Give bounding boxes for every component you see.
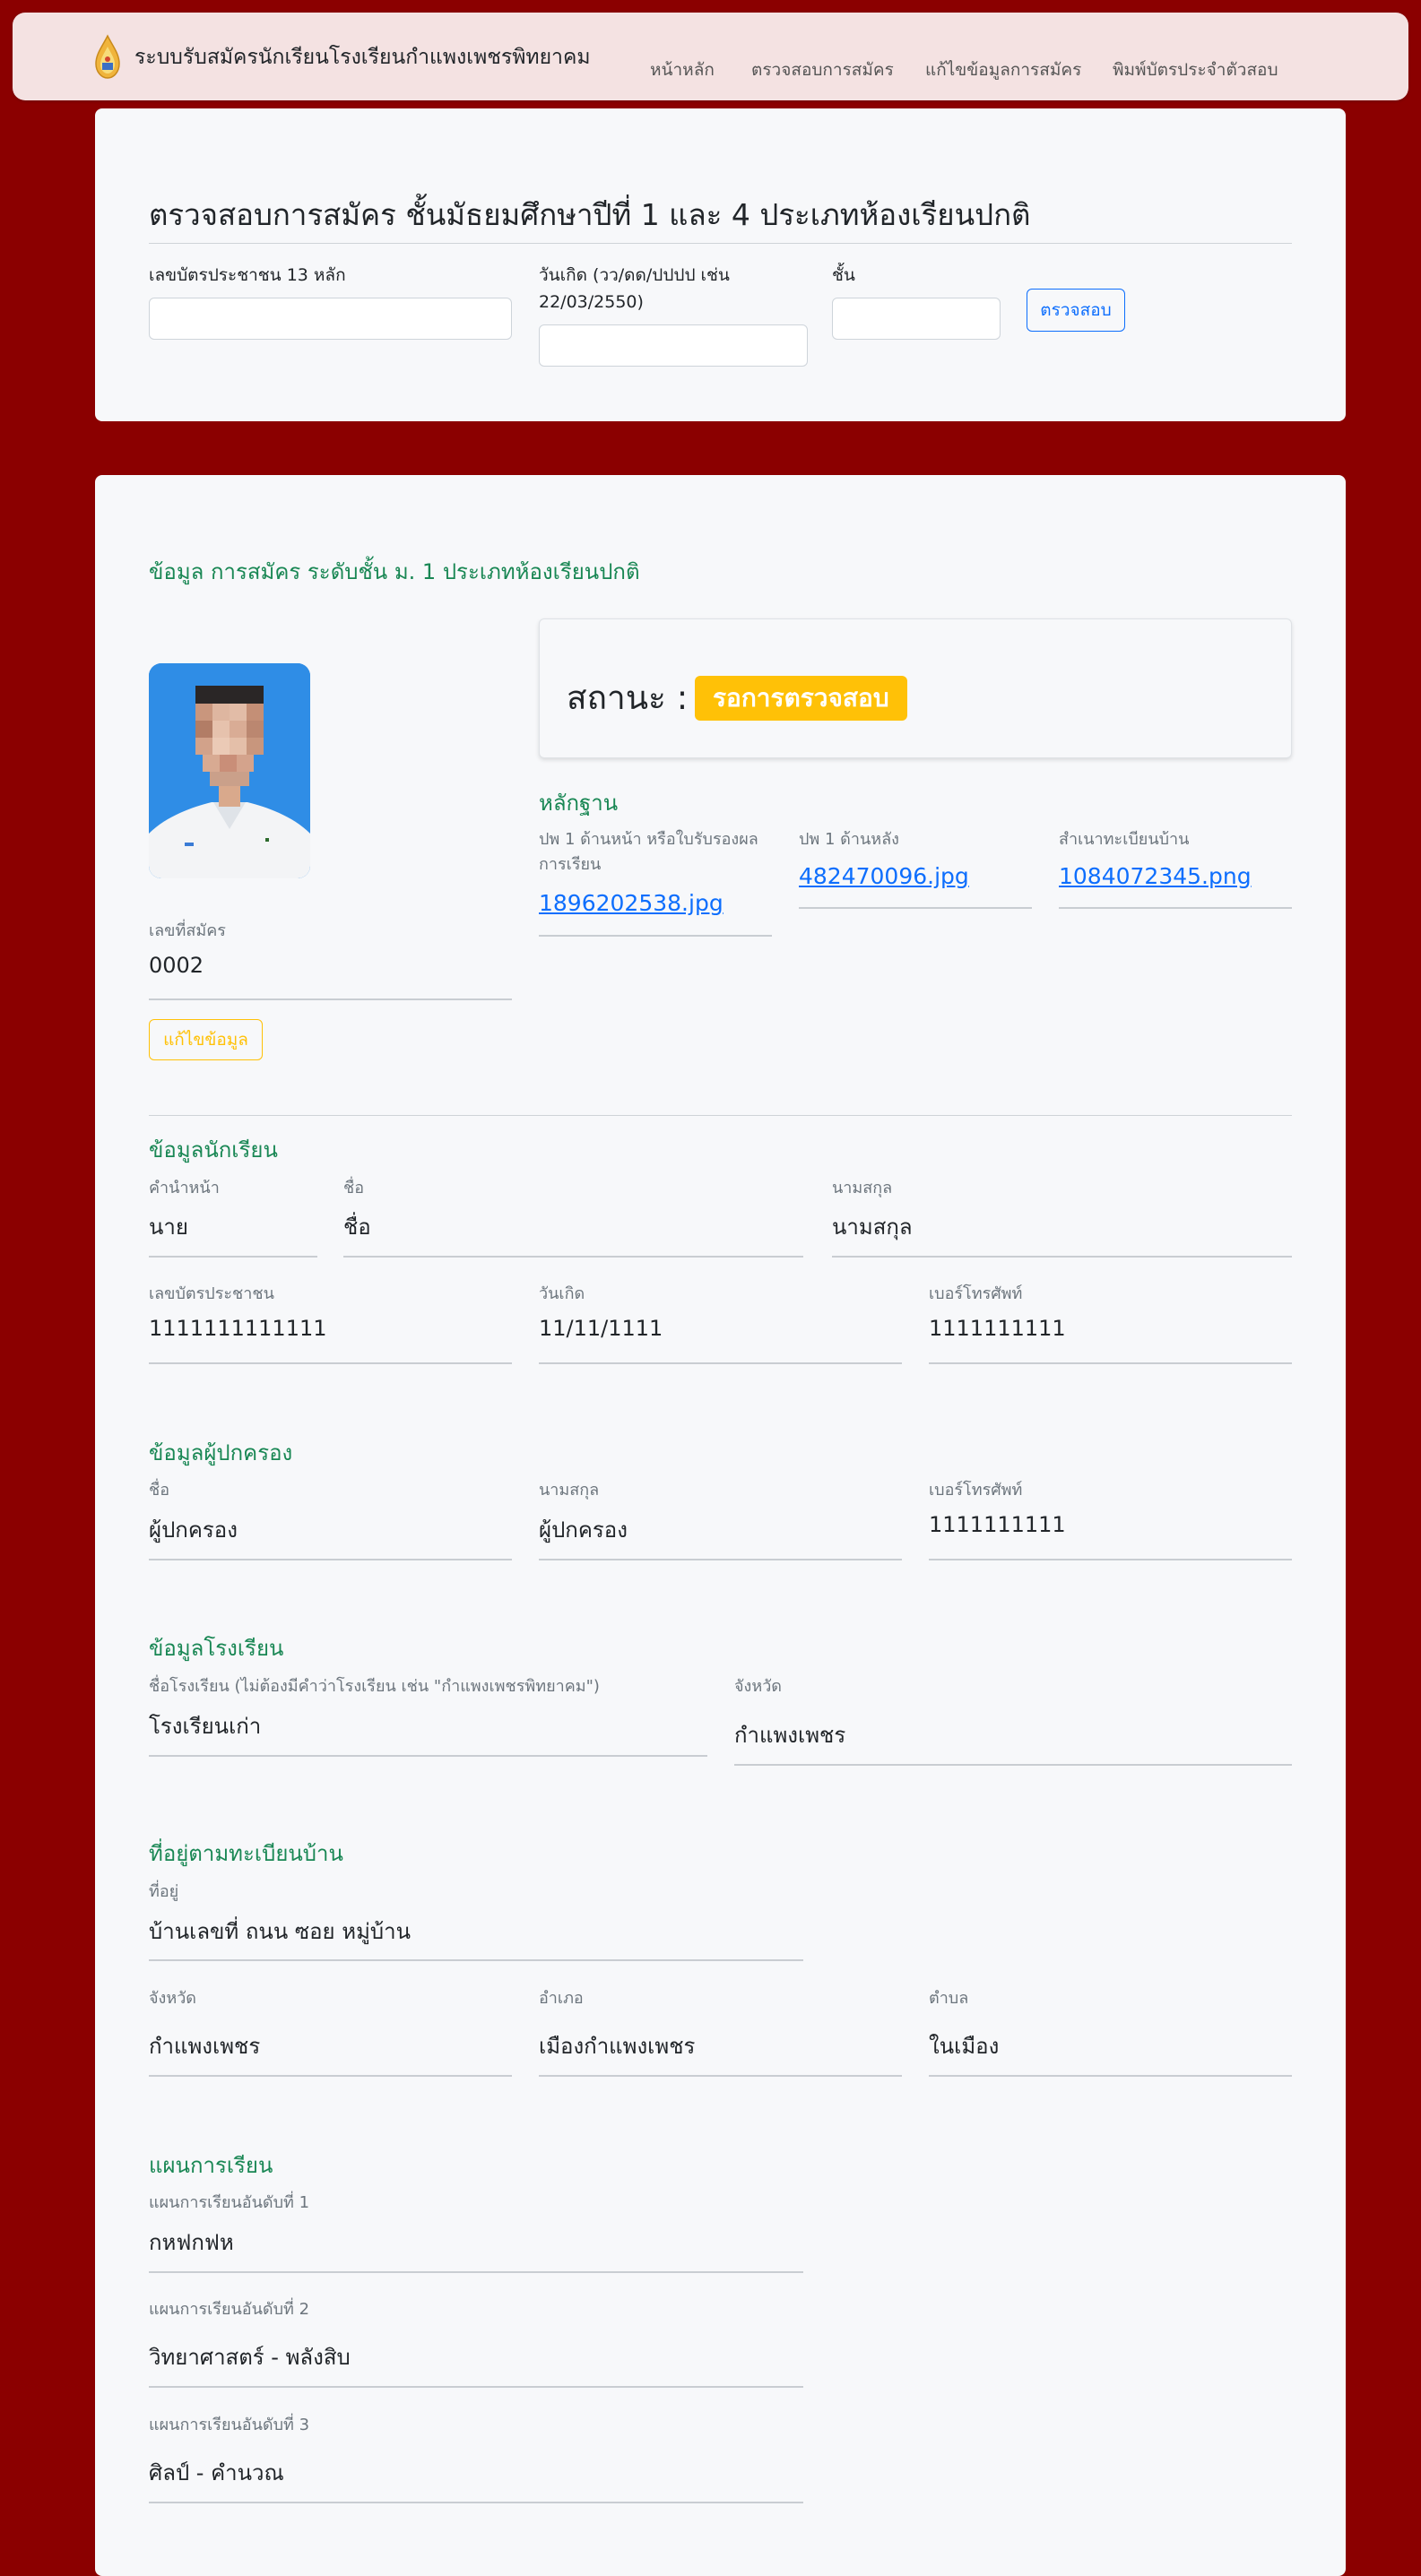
dob-input[interactable] [539, 324, 808, 367]
status-box: สถานะ : รอการตรวจสอบ [539, 618, 1292, 758]
school-province-value: กำแพงเพชร [734, 1723, 846, 1748]
address-province-value: กำแพงเพชร [149, 2034, 261, 2059]
divider [539, 1559, 902, 1560]
divider [799, 907, 1032, 909]
nav-check-application[interactable]: ตรวจสอบการสมัคร [751, 56, 894, 83]
divider [539, 1362, 902, 1364]
divider [343, 1256, 803, 1258]
divider [539, 935, 772, 937]
status-label: สถานะ : [567, 679, 689, 717]
divider [734, 1764, 1292, 1766]
student-phone-value: 1111111111 [929, 1316, 1066, 1341]
study-plan-2-label: แผนการเรียนอันดับที่ 2 [149, 2300, 310, 2319]
school-section-title: ข้อมูลโรงเรียน [149, 1636, 284, 1661]
student-lastname-label: นามสกุล [832, 1179, 893, 1197]
guardian-firstname-value: ผู้ปกครอง [149, 1517, 238, 1543]
divider [149, 998, 512, 1000]
address-district-value: เมืองกำแพงเพชร [539, 2034, 696, 2059]
guardian-phone-label: เบอร์โทรศัพท์ [929, 1481, 1023, 1500]
id-card-label: เลขบัตรประชาชน 13 หลัก [149, 265, 346, 285]
evidence-title: หลักฐาน [539, 791, 619, 816]
evidence-label-house-registration: สำเนาทะเบียนบ้าน [1059, 830, 1190, 849]
divider [929, 1362, 1292, 1364]
evidence-label-transcript-back: ปพ 1 ด้านหลัง [799, 830, 899, 849]
guardian-phone-value: 1111111111 [929, 1512, 1066, 1537]
student-prefix-label: คำนำหน้า [149, 1179, 220, 1197]
application-card: ข้อมูล การสมัคร ระดับชั้น ม. 1 ประเภทห้อ… [95, 475, 1346, 2576]
address-district-label: อำเภอ [539, 1989, 584, 2008]
divider [149, 1362, 512, 1364]
brand[interactable]: ระบบรับสมัครนักเรียนโรงเรียนกำแพงเพชรพิท… [93, 34, 591, 81]
search-card: ตรวจสอบการสมัคร ชั้นมัธยมศึกษาปีที่ 1 แล… [95, 108, 1346, 421]
guardian-lastname-label: นามสกุล [539, 1481, 600, 1500]
check-button[interactable]: ตรวจสอบ [1027, 289, 1125, 332]
edit-info-button[interactable]: แก้ไขข้อมูล [149, 1019, 263, 1060]
student-firstname-label: ชื่อ [343, 1179, 365, 1197]
school-province-label: จังหวัด [734, 1677, 782, 1696]
divider [832, 1256, 1292, 1258]
nav-home[interactable]: หน้าหลัก [650, 56, 715, 83]
student-dob-value: 11/11/1111 [539, 1316, 663, 1341]
evidence-label-transcript-front: ปพ 1 ด้านหน้า หรือใบรับรองผลการเรียน [539, 830, 758, 874]
divider [149, 1959, 803, 1961]
divider [929, 1559, 1292, 1560]
student-firstname-value: ชื่อ [343, 1215, 371, 1240]
student-id-value: 1111111111111 [149, 1316, 327, 1341]
student-prefix-value: นาย [149, 1215, 188, 1240]
student-id-label: เลขบัตรประชาชน [149, 1284, 274, 1303]
guardian-lastname-value: ผู้ปกครอง [539, 1517, 628, 1543]
school-name-label: ชื่อโรงเรียน (ไม่ต้องมีคำว่าโรงเรียน เช่… [149, 1677, 600, 1696]
id-card-input[interactable] [149, 298, 512, 340]
divider [149, 2386, 803, 2388]
divider [149, 2271, 803, 2273]
student-section-title: ข้อมูลนักเรียน [149, 1137, 278, 1163]
grade-label: ชั้น [832, 265, 855, 285]
divider [149, 1755, 707, 1757]
top-navbar: ระบบรับสมัครนักเรียนโรงเรียนกำแพงเพชรพิท… [13, 13, 1408, 100]
address-subdistrict-label: ตำบล [929, 1989, 969, 2008]
study-plan-1-label: แผนการเรียนอันดับที่ 1 [149, 2193, 310, 2212]
address-label: ที่อยู่ [149, 1882, 179, 1901]
evidence-link-house-registration[interactable]: 1084072345.png [1059, 863, 1252, 889]
brand-title: ระบบรับสมัครนักเรียนโรงเรียนกำแพงเพชรพิท… [134, 46, 591, 69]
divider [149, 2075, 512, 2077]
nav-edit-application[interactable]: แก้ไขข้อมูลการสมัคร [925, 56, 1081, 83]
evidence-link-transcript-front[interactable]: 1896202538.jpg [539, 890, 723, 916]
study-plan-1-value: กหฟกฟห [149, 2230, 234, 2255]
nav-print-exam-card[interactable]: พิมพ์บัตรประจำตัวสอบ [1113, 56, 1278, 83]
student-dob-label: วันเกิด [539, 1284, 585, 1303]
guardian-firstname-label: ชื่อ [149, 1481, 170, 1500]
search-title: ตรวจสอบการสมัคร ชั้นมัธยมศึกษาปีที่ 1 แล… [149, 197, 1031, 232]
address-section-title: ที่อยู่ตามทะเบียนบ้าน [149, 1841, 343, 1866]
application-number-value: 0002 [149, 953, 204, 978]
school-name-value: โรงเรียนเก่า [149, 1714, 262, 1739]
address-province-label: จังหวัด [149, 1989, 196, 2008]
divider [929, 2075, 1292, 2077]
divider [149, 243, 1292, 244]
student-phone-label: เบอร์โทรศัพท์ [929, 1284, 1023, 1303]
study-plan-3-value: ศิลป์ - คำนวณ [149, 2460, 284, 2485]
divider [149, 1256, 317, 1258]
divider [149, 2502, 803, 2503]
dob-label: วันเกิด (วว/ดด/ปปปป เช่น 22/03/2550) [539, 265, 730, 312]
student-photo-image [149, 663, 310, 878]
grade-input[interactable] [832, 298, 1001, 340]
application-title: ข้อมูล การสมัคร ระดับชั้น ม. 1 ประเภทห้อ… [149, 559, 640, 584]
study-plan-section-title: แผนการเรียน [149, 2153, 273, 2178]
study-plan-3-label: แผนการเรียนอันดับที่ 3 [149, 2416, 310, 2434]
status-badge: รอการตรวจสอบ [695, 676, 907, 721]
address-subdistrict-value: ในเมือง [929, 2034, 1000, 2059]
divider [539, 2075, 902, 2077]
student-lastname-value: นามสกุล [832, 1215, 913, 1240]
divider [1059, 907, 1292, 909]
evidence-link-transcript-back[interactable]: 482470096.jpg [799, 863, 969, 889]
application-number-label: เลขที่สมัคร [149, 921, 226, 940]
school-emblem-icon [95, 34, 120, 79]
divider [149, 1115, 1292, 1116]
address-value: บ้านเลขที่ ถนน ซอย หมู่บ้าน [149, 1919, 412, 1944]
guardian-section-title: ข้อมูลผู้ปกครอง [149, 1440, 293, 1465]
study-plan-2-value: วิทยาศาสตร์ - พลังสิบ [149, 2345, 351, 2370]
divider [149, 1559, 512, 1560]
student-photo [149, 663, 310, 878]
